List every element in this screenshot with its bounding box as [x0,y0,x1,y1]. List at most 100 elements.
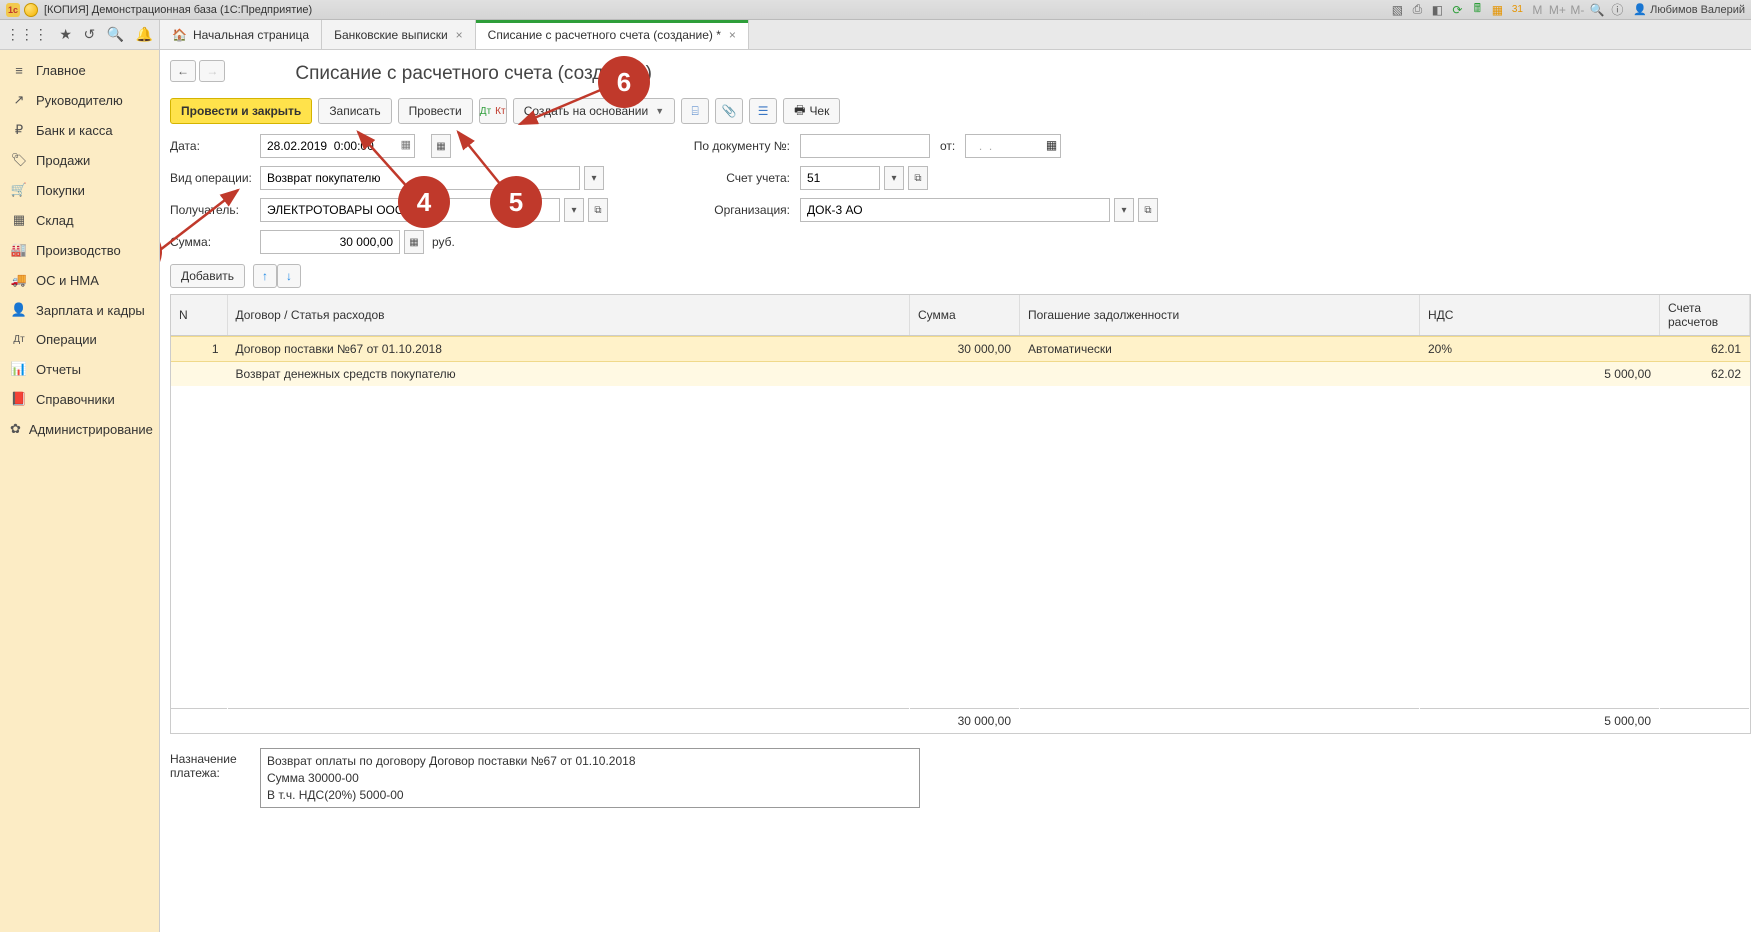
close-icon[interactable]: × [729,28,736,42]
col-accts[interactable]: Счета расчетов [1660,295,1750,336]
sidebar-label: Банк и касса [36,123,113,138]
calc-icon[interactable]: 🖩 [1469,2,1485,18]
post-and-close-button[interactable]: Провести и закрыть [170,98,312,124]
factory-icon: 🏭 [10,242,28,258]
sidebar-item-admin[interactable]: ✿Администрирование [0,414,159,444]
search-icon[interactable]: 🔍 [107,26,124,43]
sidebar-item-assets[interactable]: 🚚ОС и НМА [0,265,159,295]
save-button[interactable]: Записать [318,98,391,124]
dtkt-button[interactable]: ДтКт [479,98,507,124]
org-input[interactable] [800,198,1110,222]
col-sum[interactable]: Сумма [910,295,1020,336]
details-grid: N Договор / Статья расходов Сумма Погаше… [170,294,1751,734]
attach-button[interactable]: 📎 [715,98,743,124]
nav-back-button[interactable]: ← [170,60,196,82]
menu-icon: ≡ [10,63,28,78]
m-plus-icon[interactable]: M+ [1549,2,1565,18]
sidebar-label: Покупки [36,183,85,198]
move-down-button[interactable]: ↓ [277,264,301,288]
close-icon[interactable]: × [456,28,463,42]
cell-contract: Возврат денежных средств покупателю [227,362,910,387]
date-picker-button[interactable]: ▦ [431,134,451,158]
purpose-line: В т.ч. НДС(20%) 5000-00 [267,787,913,804]
toolbar-icon[interactable]: ▧ [1389,2,1405,18]
sidebar-item-sales[interactable]: 🏷Продажи [0,145,159,175]
bell-icon[interactable]: 🔔 [136,26,153,43]
col-n[interactable]: N [171,295,227,336]
sum-input[interactable] [260,230,400,254]
optype-input[interactable] [260,166,580,190]
sidebar-item-catalogs[interactable]: 📕Справочники [0,384,159,414]
window-title: [КОПИЯ] Демонстрационная база (1С:Предпр… [44,4,312,16]
receipt-button[interactable]: 🖶Чек [783,98,840,124]
m-minus-icon[interactable]: M- [1569,2,1585,18]
sidebar-label: Администрирование [29,422,153,437]
grid-header-row: N Договор / Статья расходов Сумма Погаше… [171,295,1750,336]
sidebar-label: Главное [36,63,86,78]
history-icon[interactable]: ↺ [83,26,95,43]
sum-label: Сумма: [170,235,250,249]
sidebar-item-main[interactable]: ≡ Главное [0,56,159,85]
docno-input[interactable] [800,134,930,158]
sidebar-item-warehouse[interactable]: ▦Склад [0,205,159,235]
window-menu-icon[interactable] [24,3,38,17]
col-contract[interactable]: Договор / Статья расходов [227,295,910,336]
table-row[interactable]: 1 Договор поставки №67 от 01.10.2018 30 … [171,337,1750,362]
sidebar-item-operations[interactable]: ДтОперации [0,325,159,354]
move-up-button[interactable]: ↑ [253,264,277,288]
date-input[interactable] [260,134,415,158]
cell-debt [1020,362,1420,387]
refresh-icon[interactable]: ⟳ [1449,2,1465,18]
open-button[interactable]: ⧉ [908,166,928,190]
apps-icon[interactable]: ⋮⋮⋮ [6,26,48,43]
list-button[interactable]: ☰ [749,98,777,124]
dtkt-icon: Дт [480,106,491,117]
btn-label: Добавить [181,269,234,283]
recipient-input[interactable] [260,198,560,222]
create-based-button[interactable]: Создать на основании▼ [513,98,675,124]
cell-n: 1 [171,337,227,362]
structure-button[interactable]: ⌸ [681,98,709,124]
footer-sum: 30 000,00 [910,709,1020,734]
dropdown-button[interactable]: ▾ [884,166,904,190]
print-icon[interactable]: ⎙ [1409,2,1425,18]
sidebar-item-bank[interactable]: ₽Банк и касса [0,115,159,145]
table-row[interactable]: Возврат денежных средств покупателю 5 00… [171,362,1750,387]
calc-button[interactable]: ▦ [404,230,424,254]
purpose-textarea[interactable]: Возврат оплаты по договору Договор поста… [260,748,920,808]
help-icon[interactable]: ⓘ [1609,2,1625,18]
printer-icon: 🖶 [794,101,805,122]
tab-bank-statements[interactable]: Банковские выписки × [322,20,476,49]
sidebar-item-hr[interactable]: 👤Зарплата и кадры [0,295,159,325]
post-button[interactable]: Провести [398,98,473,124]
dropdown-button[interactable]: ▾ [564,198,584,222]
search-icon[interactable]: 🔍 [1589,2,1605,18]
sidebar-item-production[interactable]: 🏭Производство [0,235,159,265]
col-vat[interactable]: НДС [1420,295,1660,336]
col-debt[interactable]: Погашение задолженности [1020,295,1420,336]
add-row-button[interactable]: Добавить [170,264,245,288]
date-icon[interactable]: 31 [1509,2,1525,18]
nav-forward-button[interactable]: → [199,60,225,82]
tab-home[interactable]: 🏠 Начальная страница [160,20,322,49]
calendar-icon[interactable]: ▦ [1046,138,1057,152]
current-user[interactable]: 👤Любимов Валерий [1633,3,1745,16]
calendar-icon[interactable]: ▦ [1489,2,1505,18]
sidebar-label: Зарплата и кадры [36,303,145,318]
optype-label: Вид операции: [170,171,250,185]
toolbar-icon[interactable]: ◧ [1429,2,1445,18]
open-button[interactable]: ⧉ [588,198,608,222]
open-button[interactable]: ⧉ [1138,198,1158,222]
favorite-icon[interactable]: ★ [59,26,72,43]
recipient-label: Получатель: [170,203,250,217]
sidebar-item-purchases[interactable]: 🛒Покупки [0,175,159,205]
account-input[interactable] [800,166,880,190]
m-icon[interactable]: M [1529,2,1545,18]
sidebar-item-manager[interactable]: ↗Руководителю [0,85,159,115]
dropdown-button[interactable]: ▾ [1114,198,1134,222]
page-title: Списание с расчетного счета (создание) [295,63,652,85]
cell-contract: Договор поставки №67 от 01.10.2018 [227,337,910,362]
tab-payment-out[interactable]: Списание с расчетного счета (создание) *… [476,20,749,49]
sidebar-item-reports[interactable]: 📊Отчеты [0,354,159,384]
dropdown-button[interactable]: ▾ [584,166,604,190]
